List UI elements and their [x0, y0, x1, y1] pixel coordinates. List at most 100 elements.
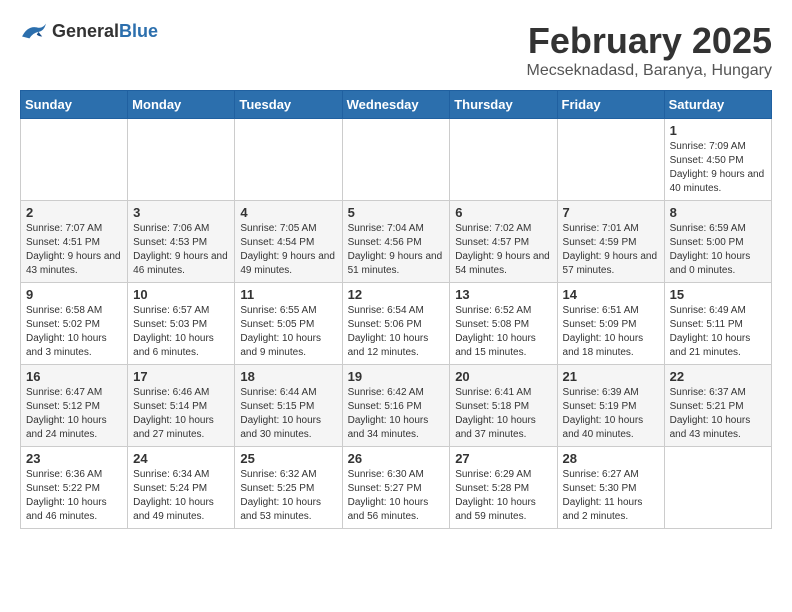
day-info: Sunrise: 6:57 AMSunset: 5:03 PMDaylight:… — [133, 304, 229, 360]
day-info: Sunrise: 6:46 AMSunset: 5:14 PMDaylight:… — [133, 386, 229, 442]
day-number: 19 — [348, 369, 445, 384]
title-section: February 2025 Mecseknadasd, Baranya, Hun… — [527, 20, 772, 80]
calendar-cell — [21, 119, 128, 201]
calendar-cell: 4 Sunrise: 7:05 AMSunset: 4:54 PMDaylight… — [235, 201, 342, 283]
day-number: 5 — [348, 205, 445, 220]
calendar-cell: 22 Sunrise: 6:37 AMSunset: 5:21 PMDayligh… — [664, 365, 771, 447]
day-info: Sunrise: 7:07 AMSunset: 4:51 PMDaylight:… — [26, 222, 122, 278]
calendar-cell — [450, 119, 557, 201]
day-number: 11 — [240, 287, 336, 302]
calendar-table: SundayMondayTuesdayWednesdayThursdayFrid… — [20, 90, 772, 529]
day-info: Sunrise: 7:05 AMSunset: 4:54 PMDaylight:… — [240, 222, 336, 278]
calendar-week-row: 1 Sunrise: 7:09 AMSunset: 4:50 PMDaylight… — [21, 119, 772, 201]
month-title: February 2025 — [527, 20, 772, 62]
calendar-cell: 5 Sunrise: 7:04 AMSunset: 4:56 PMDaylight… — [342, 201, 450, 283]
day-info: Sunrise: 6:29 AMSunset: 5:28 PMDaylight:… — [455, 468, 551, 524]
weekday-header: Saturday — [664, 91, 771, 119]
day-info: Sunrise: 6:59 AMSunset: 5:00 PMDaylight:… — [670, 222, 766, 278]
logo-general: General — [52, 21, 119, 41]
day-number: 27 — [455, 451, 551, 466]
calendar-cell: 11 Sunrise: 6:55 AMSunset: 5:05 PMDayligh… — [235, 283, 342, 365]
weekday-header: Friday — [557, 91, 664, 119]
day-number: 17 — [133, 369, 229, 384]
day-info: Sunrise: 6:37 AMSunset: 5:21 PMDaylight:… — [670, 386, 766, 442]
day-info: Sunrise: 7:02 AMSunset: 4:57 PMDaylight:… — [455, 222, 551, 278]
day-info: Sunrise: 6:34 AMSunset: 5:24 PMDaylight:… — [133, 468, 229, 524]
day-number: 4 — [240, 205, 336, 220]
day-number: 2 — [26, 205, 122, 220]
day-info: Sunrise: 7:04 AMSunset: 4:56 PMDaylight:… — [348, 222, 445, 278]
calendar-cell: 9 Sunrise: 6:58 AMSunset: 5:02 PMDaylight… — [21, 283, 128, 365]
day-info: Sunrise: 7:01 AMSunset: 4:59 PMDaylight:… — [563, 222, 659, 278]
weekday-header: Tuesday — [235, 91, 342, 119]
logo: GeneralBlue — [20, 20, 158, 42]
day-info: Sunrise: 6:36 AMSunset: 5:22 PMDaylight:… — [26, 468, 122, 524]
calendar-cell: 16 Sunrise: 6:47 AMSunset: 5:12 PMDayligh… — [21, 365, 128, 447]
calendar-cell: 27 Sunrise: 6:29 AMSunset: 5:28 PMDayligh… — [450, 447, 557, 529]
day-info: Sunrise: 6:30 AMSunset: 5:27 PMDaylight:… — [348, 468, 445, 524]
day-number: 22 — [670, 369, 766, 384]
day-number: 25 — [240, 451, 336, 466]
calendar-cell: 24 Sunrise: 6:34 AMSunset: 5:24 PMDayligh… — [128, 447, 235, 529]
day-number: 13 — [455, 287, 551, 302]
calendar-cell — [557, 119, 664, 201]
day-number: 24 — [133, 451, 229, 466]
day-info: Sunrise: 6:58 AMSunset: 5:02 PMDaylight:… — [26, 304, 122, 360]
day-info: Sunrise: 6:47 AMSunset: 5:12 PMDaylight:… — [26, 386, 122, 442]
day-info: Sunrise: 6:52 AMSunset: 5:08 PMDaylight:… — [455, 304, 551, 360]
weekday-header: Sunday — [21, 91, 128, 119]
calendar-cell: 12 Sunrise: 6:54 AMSunset: 5:06 PMDayligh… — [342, 283, 450, 365]
day-number: 23 — [26, 451, 122, 466]
day-number: 18 — [240, 369, 336, 384]
calendar-header-row: SundayMondayTuesdayWednesdayThursdayFrid… — [21, 91, 772, 119]
calendar-cell — [342, 119, 450, 201]
weekday-header: Monday — [128, 91, 235, 119]
day-number: 8 — [670, 205, 766, 220]
day-info: Sunrise: 6:44 AMSunset: 5:15 PMDaylight:… — [240, 386, 336, 442]
day-number: 1 — [670, 123, 766, 138]
calendar-week-row: 2 Sunrise: 7:07 AMSunset: 4:51 PMDaylight… — [21, 201, 772, 283]
logo-bird-icon — [20, 20, 48, 42]
calendar-week-row: 23 Sunrise: 6:36 AMSunset: 5:22 PMDayligh… — [21, 447, 772, 529]
calendar-cell — [128, 119, 235, 201]
calendar-cell: 18 Sunrise: 6:44 AMSunset: 5:15 PMDayligh… — [235, 365, 342, 447]
calendar-week-row: 9 Sunrise: 6:58 AMSunset: 5:02 PMDaylight… — [21, 283, 772, 365]
day-info: Sunrise: 6:39 AMSunset: 5:19 PMDaylight:… — [563, 386, 659, 442]
subtitle: Mecseknadasd, Baranya, Hungary — [527, 62, 772, 80]
calendar-cell — [664, 447, 771, 529]
day-number: 10 — [133, 287, 229, 302]
day-number: 9 — [26, 287, 122, 302]
calendar-cell: 1 Sunrise: 7:09 AMSunset: 4:50 PMDaylight… — [664, 119, 771, 201]
calendar-cell: 23 Sunrise: 6:36 AMSunset: 5:22 PMDayligh… — [21, 447, 128, 529]
calendar-week-row: 16 Sunrise: 6:47 AMSunset: 5:12 PMDayligh… — [21, 365, 772, 447]
calendar-cell — [235, 119, 342, 201]
calendar-cell: 10 Sunrise: 6:57 AMSunset: 5:03 PMDayligh… — [128, 283, 235, 365]
weekday-header: Thursday — [450, 91, 557, 119]
day-number: 12 — [348, 287, 445, 302]
day-info: Sunrise: 6:27 AMSunset: 5:30 PMDaylight:… — [563, 468, 659, 524]
day-number: 6 — [455, 205, 551, 220]
calendar-cell: 17 Sunrise: 6:46 AMSunset: 5:14 PMDayligh… — [128, 365, 235, 447]
weekday-header: Wednesday — [342, 91, 450, 119]
day-info: Sunrise: 6:51 AMSunset: 5:09 PMDaylight:… — [563, 304, 659, 360]
day-number: 26 — [348, 451, 445, 466]
day-number: 21 — [563, 369, 659, 384]
calendar-cell: 6 Sunrise: 7:02 AMSunset: 4:57 PMDaylight… — [450, 201, 557, 283]
day-info: Sunrise: 6:55 AMSunset: 5:05 PMDaylight:… — [240, 304, 336, 360]
day-number: 14 — [563, 287, 659, 302]
day-info: Sunrise: 6:54 AMSunset: 5:06 PMDaylight:… — [348, 304, 445, 360]
day-info: Sunrise: 7:09 AMSunset: 4:50 PMDaylight:… — [670, 140, 766, 196]
day-number: 28 — [563, 451, 659, 466]
calendar-cell: 3 Sunrise: 7:06 AMSunset: 4:53 PMDaylight… — [128, 201, 235, 283]
calendar-cell: 8 Sunrise: 6:59 AMSunset: 5:00 PMDaylight… — [664, 201, 771, 283]
day-info: Sunrise: 7:06 AMSunset: 4:53 PMDaylight:… — [133, 222, 229, 278]
calendar-cell: 19 Sunrise: 6:42 AMSunset: 5:16 PMDayligh… — [342, 365, 450, 447]
calendar-cell: 26 Sunrise: 6:30 AMSunset: 5:27 PMDayligh… — [342, 447, 450, 529]
day-number: 3 — [133, 205, 229, 220]
day-number: 20 — [455, 369, 551, 384]
day-number: 16 — [26, 369, 122, 384]
day-info: Sunrise: 6:42 AMSunset: 5:16 PMDaylight:… — [348, 386, 445, 442]
calendar-cell: 13 Sunrise: 6:52 AMSunset: 5:08 PMDayligh… — [450, 283, 557, 365]
day-number: 15 — [670, 287, 766, 302]
calendar-cell: 21 Sunrise: 6:39 AMSunset: 5:19 PMDayligh… — [557, 365, 664, 447]
